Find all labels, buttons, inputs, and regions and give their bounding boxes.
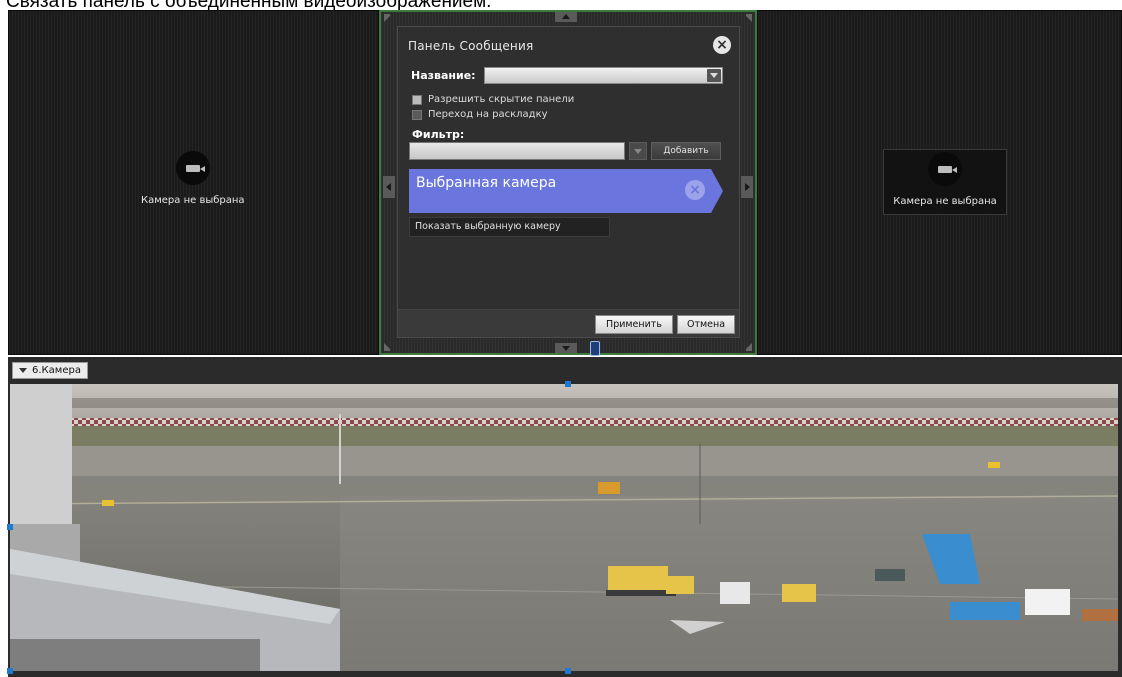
expand-right-arrow-icon[interactable] xyxy=(741,176,753,198)
panoramic-video-feed[interactable] xyxy=(10,384,1118,671)
name-combobox[interactable] xyxy=(484,67,723,84)
camera-icon xyxy=(928,152,962,186)
cancel-button[interactable]: Отмена xyxy=(677,315,735,334)
corner-handle[interactable] xyxy=(384,14,392,22)
expand-up-arrow-icon[interactable] xyxy=(555,12,577,22)
selected-camera-label: Выбранная камера xyxy=(416,175,557,191)
camera-status-label: Камера не выбрана xyxy=(893,196,997,207)
resize-handle-top[interactable] xyxy=(565,381,571,387)
corner-handle[interactable] xyxy=(384,343,392,351)
resize-handle-bottom[interactable] xyxy=(565,668,571,674)
selected-camera-block[interactable]: Выбранная камера × xyxy=(409,169,723,213)
goto-layout-label: Переход на раскладку xyxy=(428,109,548,120)
filter-input[interactable] xyxy=(409,142,625,160)
message-panel-dialog: Панель Сообщения × Название: Разрешить с… xyxy=(397,26,740,338)
camera-title: 6.Камера xyxy=(32,365,81,376)
expand-left-arrow-icon[interactable] xyxy=(383,176,395,198)
layout-cell-right[interactable]: Камера не выбрана xyxy=(757,10,1122,355)
camera-icon xyxy=(175,151,210,185)
layout-cell-left[interactable]: Камера не выбрана xyxy=(8,10,379,355)
camera-title-tab[interactable]: 6.Камера xyxy=(12,362,88,379)
link-icon[interactable] xyxy=(590,341,600,356)
empty-camera-placeholder: Камера не выбрана xyxy=(141,151,245,206)
resize-handle-bottom-left[interactable] xyxy=(7,668,13,674)
camera-status-label: Камера не выбрана xyxy=(141,195,245,206)
dialog-footer: Применить Отмена xyxy=(398,309,739,337)
dropdown-arrow-icon[interactable] xyxy=(707,69,721,82)
allow-hide-checkbox-row[interactable]: Разрешить скрытие панели xyxy=(412,94,574,105)
collapse-icon[interactable] xyxy=(19,368,27,373)
goto-layout-checkbox-row[interactable]: Переход на раскладку xyxy=(412,109,548,120)
corner-handle[interactable] xyxy=(744,343,752,351)
empty-camera-placeholder: Камера не выбрана xyxy=(883,149,1007,215)
resize-handle-left[interactable] xyxy=(7,524,13,530)
goto-layout-checkbox[interactable] xyxy=(412,109,422,120)
name-label: Название: xyxy=(411,69,476,82)
add-button[interactable]: Добавить xyxy=(651,142,721,160)
remove-icon[interactable]: × xyxy=(685,180,705,200)
dialog-title: Панель Сообщения xyxy=(408,39,534,53)
empty-camera-content: Камера не выбрана xyxy=(884,150,1006,207)
corner-handle[interactable] xyxy=(744,14,752,22)
filter-label: Фильтр: xyxy=(412,128,465,141)
apply-button[interactable]: Применить xyxy=(595,315,673,334)
allow-hide-label: Разрешить скрытие панели xyxy=(428,94,575,105)
close-icon[interactable]: × xyxy=(713,36,731,54)
expand-down-arrow-icon[interactable] xyxy=(555,343,577,353)
show-selected-camera-button[interactable]: Показать выбранную камеру xyxy=(409,217,610,237)
filter-dropdown-button[interactable] xyxy=(629,142,647,160)
allow-hide-checkbox[interactable] xyxy=(412,94,422,105)
